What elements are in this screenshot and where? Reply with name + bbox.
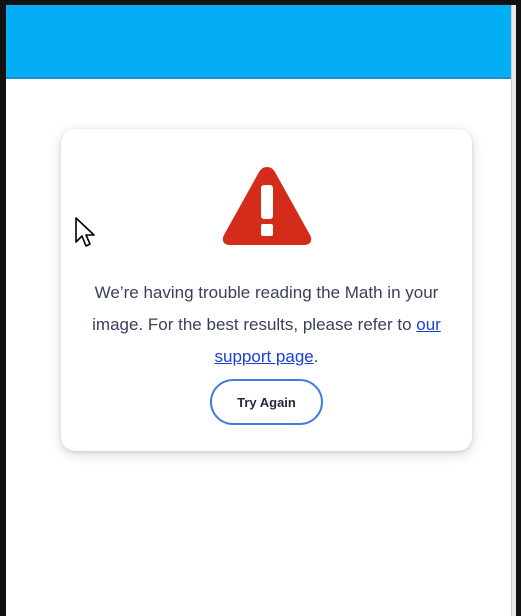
- error-message-text: We’re having trouble reading the Math in…: [92, 283, 439, 334]
- mouse-pointer-icon: [75, 217, 95, 247]
- error-message: We’re having trouble reading the Math in…: [81, 277, 452, 373]
- scrollbar[interactable]: [511, 5, 516, 616]
- error-card: We’re having trouble reading the Math in…: [61, 129, 472, 451]
- warning-triangle-icon: [222, 167, 312, 245]
- top-bar: [6, 5, 516, 79]
- try-again-button[interactable]: Try Again: [210, 379, 323, 425]
- app-frame: We’re having trouble reading the Math in…: [6, 5, 516, 616]
- error-message-end: .: [313, 347, 319, 366]
